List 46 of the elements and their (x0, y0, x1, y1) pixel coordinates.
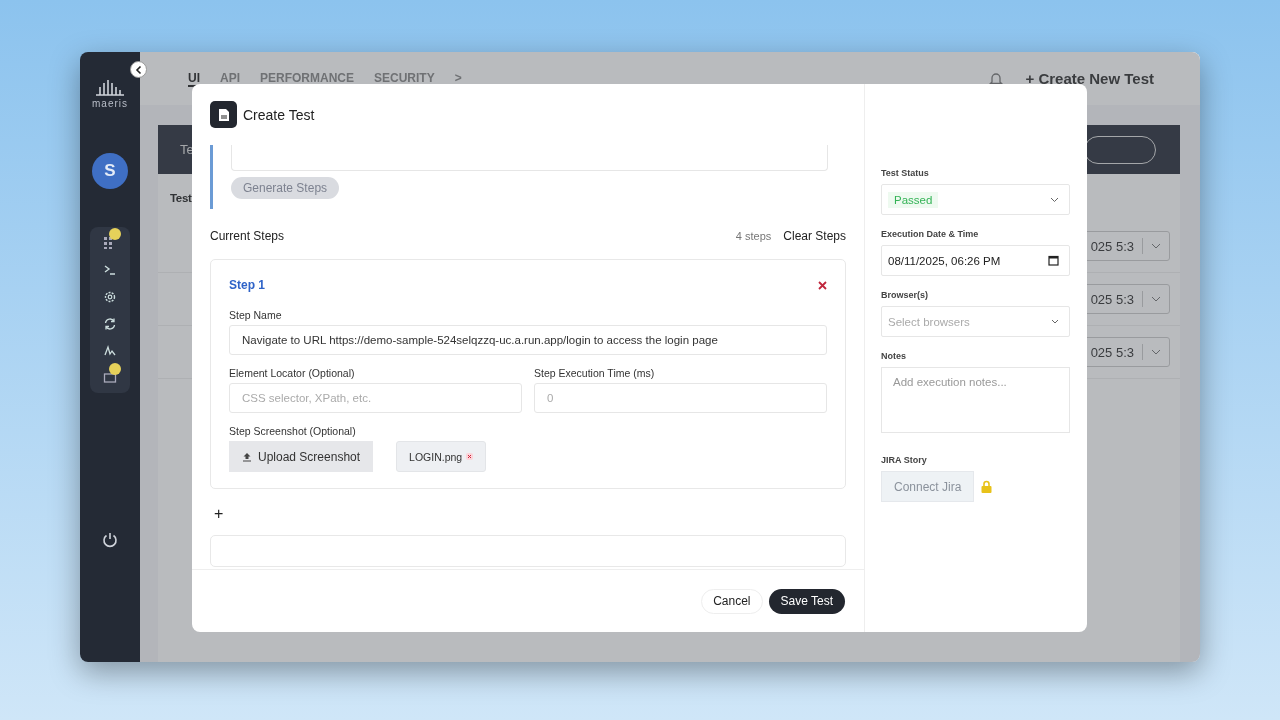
field-label: JIRA Story (881, 455, 928, 465)
bell-icon[interactable] (989, 70, 1004, 87)
chevron-left-icon (133, 64, 144, 75)
document-icon (210, 101, 237, 128)
chevron-down-icon (1151, 296, 1161, 302)
step-title: Step 1 (229, 278, 265, 292)
section-title: Test (170, 192, 192, 204)
field-label: Execution Date & Time (881, 229, 980, 239)
cancel-button[interactable]: Cancel (701, 588, 763, 614)
field-label: Step Name (229, 309, 283, 321)
chevron-down-icon (1151, 243, 1161, 249)
field-label: Test Status (881, 168, 930, 178)
signature-icon[interactable] (103, 343, 117, 358)
upload-screenshot-button[interactable]: Upload Screenshot (229, 441, 374, 472)
add-step-button[interactable]: + (210, 505, 228, 523)
execution-time-field[interactable]: 0 (534, 383, 827, 413)
step-name-field[interactable]: Navigate to URL https://demo-sample-524selqzzq-uc.a.run.app/login to access the login page (229, 325, 827, 355)
field-label: Browser(s) (881, 290, 929, 300)
steps-count: 4 steps (735, 230, 772, 242)
chevron-down-icon (1051, 319, 1059, 324)
clear-steps-button[interactable]: Clear Steps (783, 229, 846, 243)
datetime-field[interactable]: 08/11/2025, 06:26 PM (881, 245, 1070, 276)
section-title: Current Steps (210, 229, 286, 243)
file-name: LOGIN.png (409, 450, 463, 463)
element-locator-field[interactable]: CSS selector, XPath, etc. (229, 383, 522, 413)
user-avatar[interactable]: S (92, 153, 128, 189)
refresh-icon[interactable] (103, 316, 117, 331)
logo-text: maeris (92, 98, 128, 109)
upload-icon (242, 451, 252, 462)
close-icon[interactable] (818, 280, 827, 290)
dialog-title: Create Test (243, 106, 315, 123)
logo-icon (94, 78, 126, 96)
remove-icon[interactable] (466, 453, 474, 460)
settings-icon[interactable] (103, 289, 117, 304)
field-label: Step Execution Time (ms) (534, 367, 656, 379)
table-icon[interactable] (103, 370, 117, 385)
calendar-icon[interactable] (1048, 255, 1059, 266)
field-label: Element Locator (Optional) (229, 367, 356, 379)
chevron-down-icon (1050, 196, 1059, 203)
field-label: Step Screenshot (Optional) (229, 425, 357, 437)
create-new-test-button[interactable]: + Create New Test (1019, 69, 1160, 88)
notes-field[interactable]: Add execution notes... (881, 367, 1070, 433)
chevron-down-icon (1151, 349, 1161, 355)
field-label: Notes (881, 351, 907, 361)
power-icon[interactable] (101, 531, 119, 549)
save-test-button[interactable]: Save Test (768, 588, 845, 614)
